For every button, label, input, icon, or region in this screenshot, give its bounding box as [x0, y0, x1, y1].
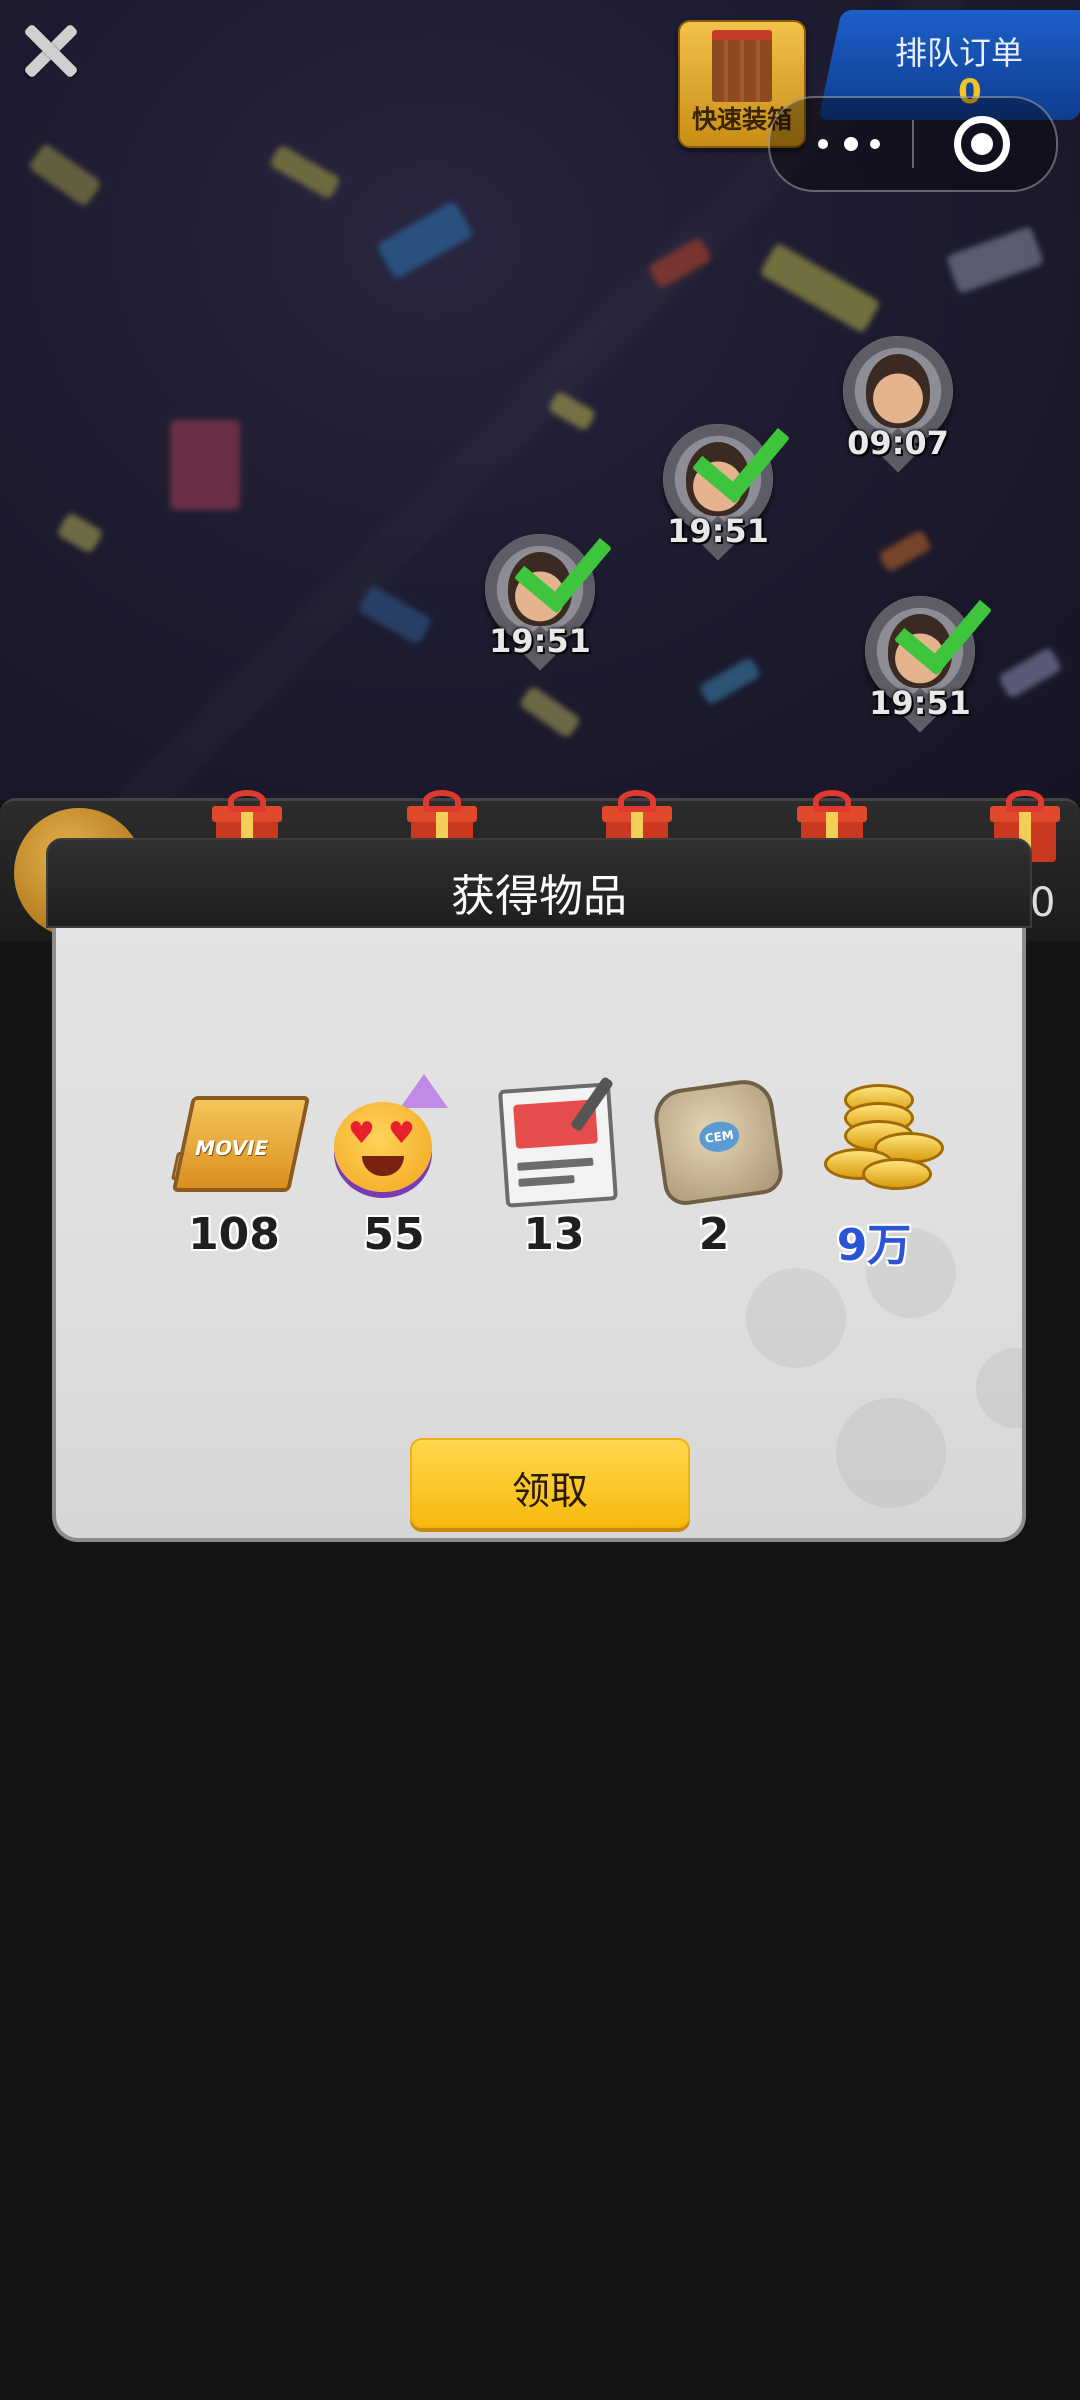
strip-edge-text: 0	[1030, 880, 1056, 926]
cement-bag-text: CEM	[697, 1119, 742, 1155]
reward-item: ♥ ♥ 55	[314, 1074, 474, 1274]
more-options-icon[interactable]	[818, 126, 908, 162]
close-icon[interactable]	[20, 20, 80, 80]
claim-button[interactable]: 领取	[410, 1438, 690, 1528]
crate-icon	[712, 30, 772, 102]
capsule-divider	[912, 120, 914, 168]
reward-modal: 获得物品 MOVIE 108 ♥ ♥ 55 13 CEM 2 9万 领取	[46, 838, 1032, 1548]
reward-count: 13	[523, 1209, 585, 1260]
modal-title: 获得物品	[451, 871, 627, 922]
reward-count: 55	[363, 1209, 425, 1260]
customer-pin[interactable]: 19:51	[480, 512, 613, 684]
customer-pin[interactable]: 19:51	[860, 574, 993, 746]
customer-avatar	[866, 354, 930, 428]
cement-bag-icon: CEM	[650, 1074, 786, 1208]
reward-item: MOVIE 108	[154, 1074, 314, 1274]
reward-count: 2	[698, 1209, 730, 1260]
movie-book-text: MOVIE	[192, 1136, 271, 1160]
customer-pin[interactable]: 09:07	[838, 336, 958, 486]
gold-coins-icon	[814, 1074, 944, 1194]
movie-book-icon: MOVIE	[171, 1074, 311, 1194]
pin-time: 19:51	[489, 622, 591, 660]
reward-count: 108	[188, 1209, 280, 1260]
pin-time: 19:51	[869, 684, 971, 722]
modal-header: 获得物品	[46, 838, 1032, 928]
pin-time: 09:07	[847, 424, 949, 462]
reward-item: 9万	[794, 1074, 954, 1274]
claim-button-label: 领取	[511, 1469, 588, 1513]
reward-count: 9万	[836, 1220, 912, 1271]
modal-body: MOVIE 108 ♥ ♥ 55 13 CEM 2 9万 领取	[52, 928, 1026, 1542]
reward-item: CEM 2	[634, 1074, 794, 1274]
pin-time: 19:51	[667, 512, 769, 550]
ticket-card-icon	[494, 1074, 618, 1208]
heart-eyes-emoji-icon: ♥ ♥	[334, 1074, 454, 1194]
queue-title: 排队订单	[895, 34, 1024, 72]
exit-miniprogram-icon[interactable]	[954, 116, 1010, 172]
miniprogram-capsule	[768, 96, 1058, 192]
reward-item: 13	[474, 1074, 634, 1274]
customer-pin[interactable]: 19:51	[658, 402, 791, 574]
